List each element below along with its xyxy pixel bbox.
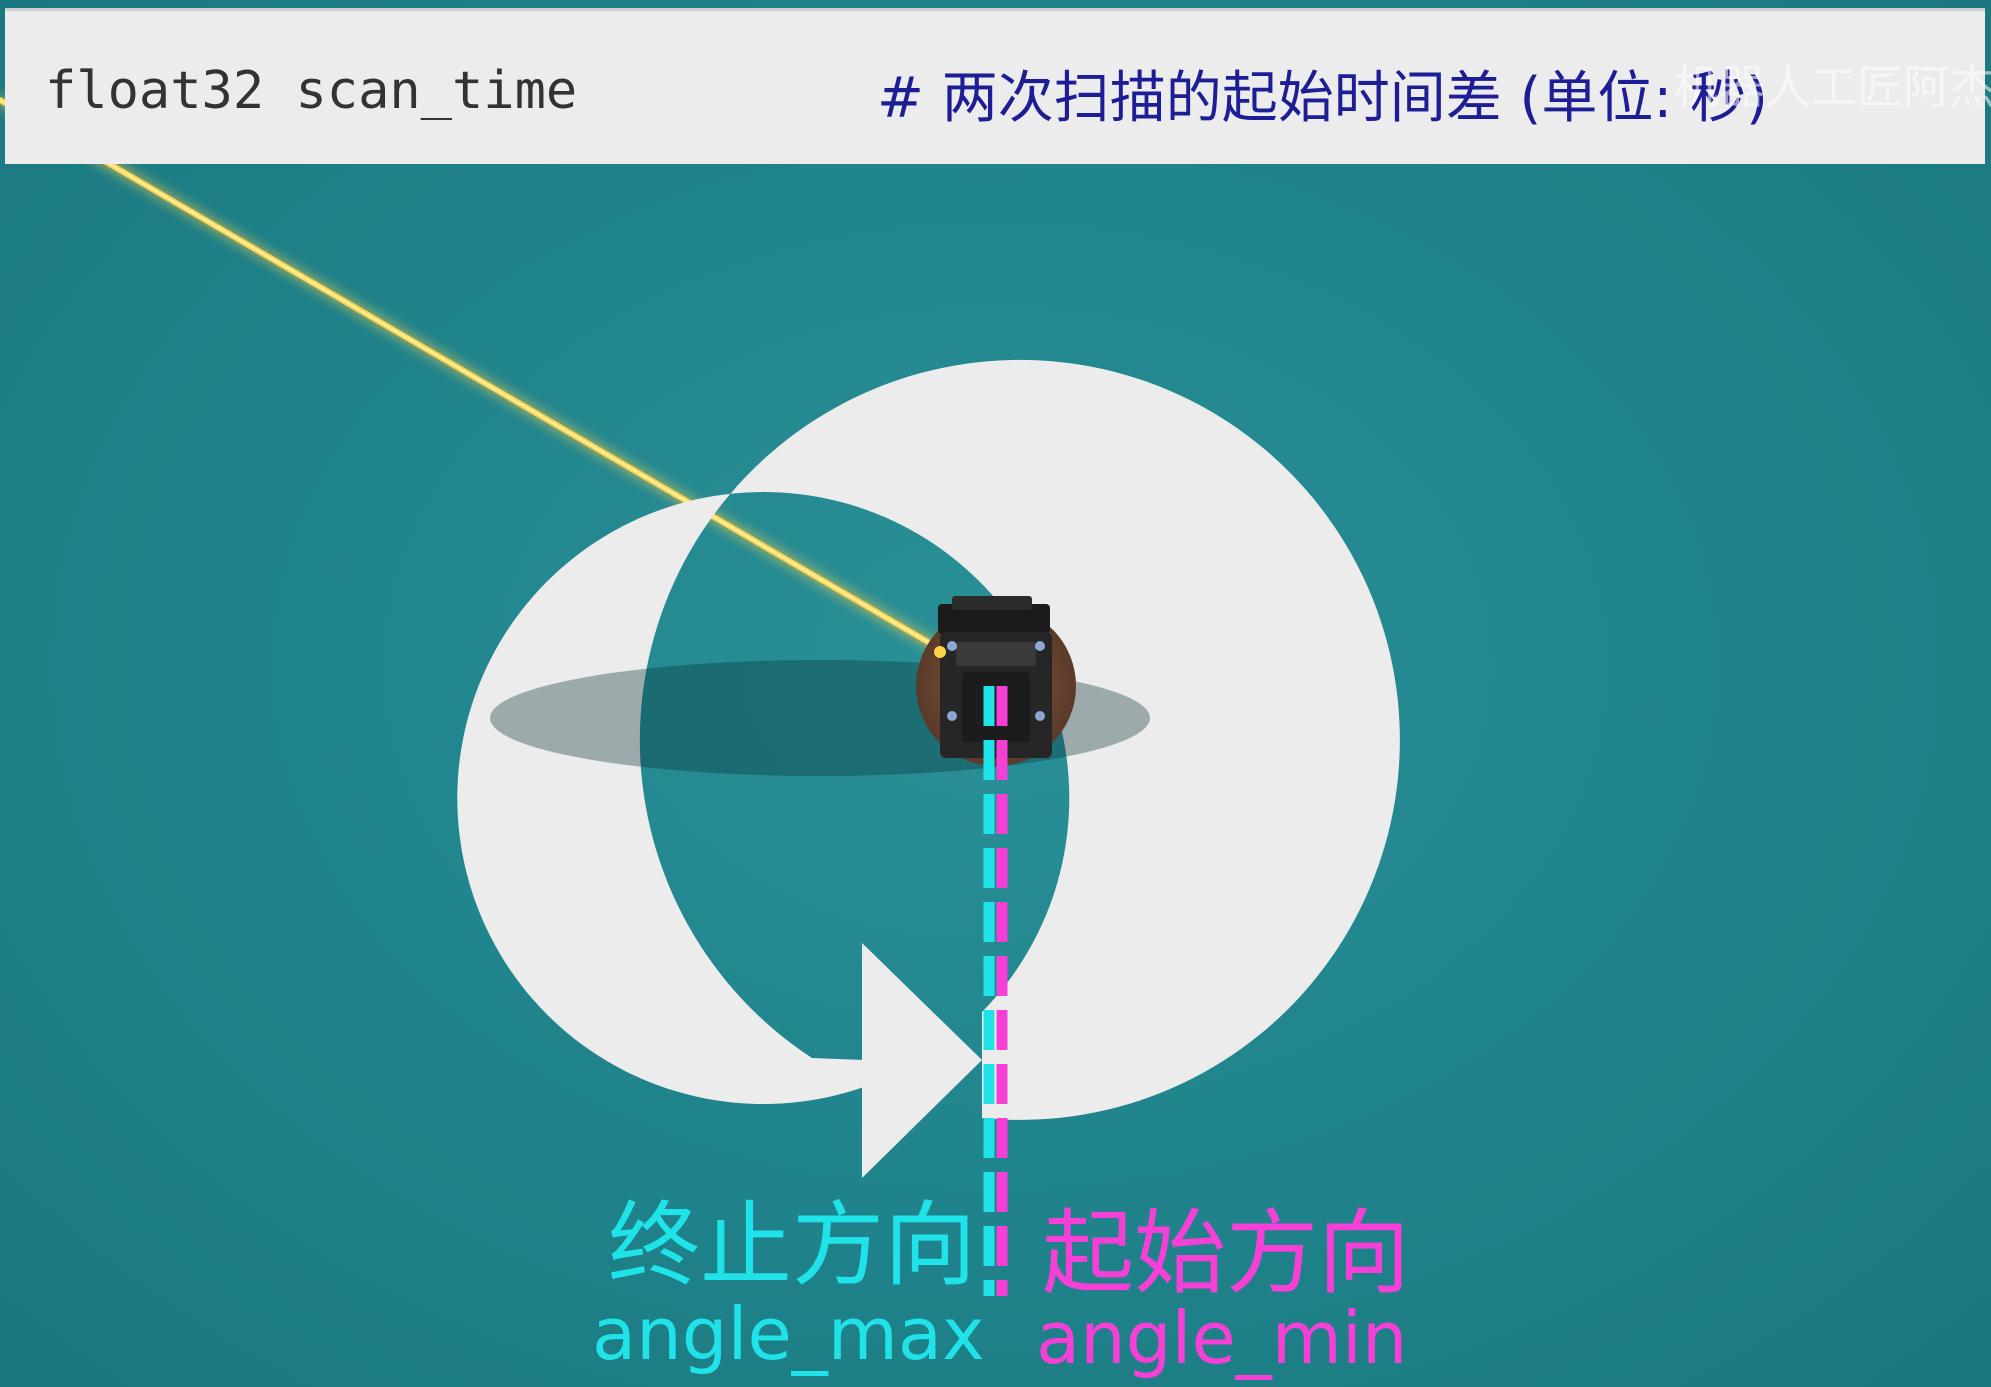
code-bar: float32 scan_time # 两次扫描的起始时间差 (单位: 秒) 机… (5, 8, 1991, 164)
end-direction-label: 终止方向 (608, 1192, 977, 1299)
start-direction-label: 起始方向 (1042, 1200, 1411, 1307)
code-line: float32 scan_time (45, 61, 578, 121)
diagram-canvas (0, 97, 1400, 1296)
laser-beam-core (0, 99, 946, 653)
code-comment: # 两次扫描的起始时间差 (单位: 秒) (877, 66, 1768, 131)
angle-max-label: angle_max (592, 1292, 985, 1376)
watermark: 机器人工匠阿杰 (1673, 60, 1991, 114)
angle-min-label: angle_min (1036, 1296, 1408, 1380)
scene: float32 scan_time # 两次扫描的起始时间差 (单位: 秒) 机… (0, 0, 1991, 1387)
clockwise-arrow-icon (862, 943, 982, 1178)
